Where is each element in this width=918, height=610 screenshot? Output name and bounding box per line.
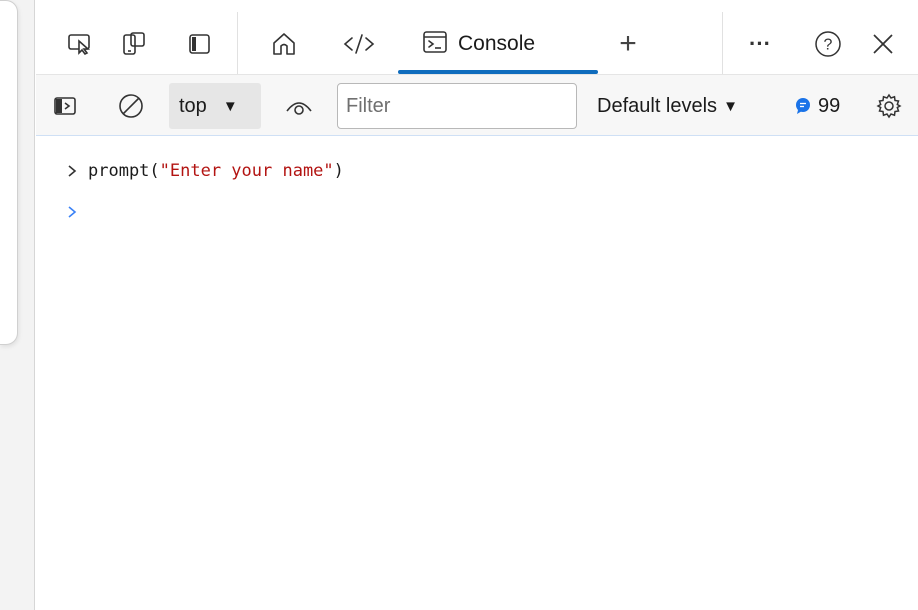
plus-icon: + bbox=[619, 27, 637, 60]
clear-console-button[interactable] bbox=[116, 86, 146, 126]
console-toolbar: top ▼ Default levels ▼ 99 bbox=[36, 74, 918, 136]
add-tab-button[interactable]: + bbox=[608, 24, 648, 64]
help-button[interactable]: ? bbox=[808, 24, 848, 64]
tab-console-label: Console bbox=[458, 32, 536, 55]
dropdown-caret-icon: ▼ bbox=[723, 97, 738, 115]
devtools-panel: Console + ··· ? top ▼ Filter Default lev… bbox=[36, 0, 918, 610]
console-output[interactable]: prompt("Enter your name") bbox=[36, 137, 918, 610]
panel-icon[interactable] bbox=[180, 24, 220, 64]
console-icon bbox=[422, 30, 448, 59]
home-icon[interactable] bbox=[264, 24, 304, 64]
issues-count: 99 bbox=[818, 94, 841, 117]
toolbar-separator bbox=[722, 12, 723, 74]
tab-console[interactable]: Console bbox=[398, 14, 598, 74]
eye-icon bbox=[286, 102, 312, 115]
more-icon: ··· bbox=[749, 31, 771, 56]
close-icon bbox=[873, 34, 893, 54]
filter-input[interactable] bbox=[337, 83, 577, 129]
context-selector[interactable]: top ▼ bbox=[169, 83, 261, 129]
devtools-toolbar: Console + ··· ? bbox=[36, 0, 918, 74]
toggle-sidebar-button[interactable] bbox=[50, 86, 80, 126]
sidebar-icon bbox=[54, 97, 76, 115]
console-code-string: "Enter your name" bbox=[159, 161, 334, 181]
live-expression-button[interactable] bbox=[282, 86, 316, 126]
close-devtools-button[interactable] bbox=[863, 24, 903, 64]
gear-icon bbox=[876, 93, 902, 119]
log-levels-label: Default levels bbox=[597, 94, 718, 117]
page-edge bbox=[0, 0, 35, 610]
device-icon[interactable] bbox=[114, 24, 154, 64]
console-prompt[interactable] bbox=[66, 199, 88, 225]
clear-icon bbox=[119, 94, 143, 118]
page-card bbox=[0, 0, 18, 345]
console-code-fn: prompt( bbox=[88, 161, 160, 181]
toolbar-separator bbox=[237, 12, 238, 74]
issues-counter[interactable]: 99 bbox=[794, 83, 840, 129]
input-chevron-icon bbox=[66, 163, 88, 179]
context-value: top bbox=[179, 94, 207, 117]
inspect-icon[interactable] bbox=[60, 24, 100, 64]
dropdown-caret-icon: ▼ bbox=[222, 97, 238, 115]
message-icon bbox=[796, 98, 810, 114]
console-settings-button[interactable] bbox=[872, 86, 906, 126]
code-icon[interactable] bbox=[339, 24, 379, 64]
help-glyph: ? bbox=[824, 37, 833, 54]
help-icon: ? bbox=[815, 31, 841, 57]
log-levels-dropdown[interactable]: Default levels ▼ bbox=[597, 83, 738, 129]
console-entry: prompt("Enter your name") bbox=[66, 158, 344, 184]
prompt-chevron-icon bbox=[66, 204, 88, 220]
console-code-close: ) bbox=[333, 161, 344, 181]
more-tools-button[interactable]: ··· bbox=[740, 24, 780, 64]
